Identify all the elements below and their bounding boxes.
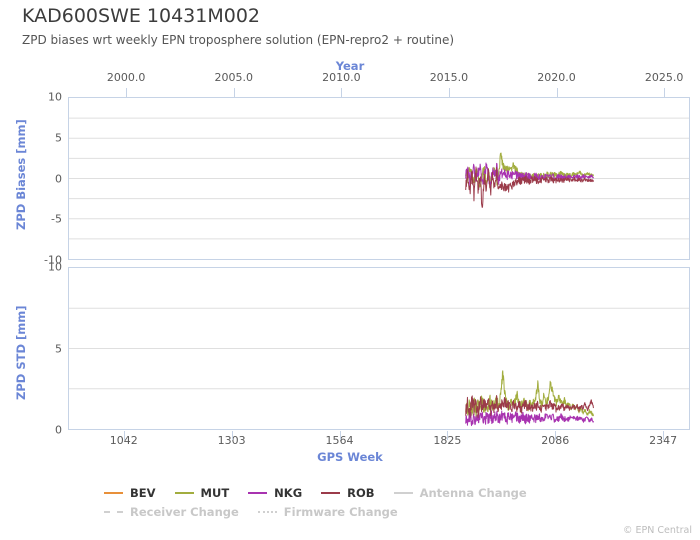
gridlines — [69, 307, 689, 390]
zpd-std-svg — [69, 307, 689, 427]
legend-item-nkg[interactable]: NKG — [248, 486, 302, 500]
legend-item-bev[interactable]: BEV — [104, 486, 156, 500]
top-x-tick-label: 2000.0 — [106, 71, 146, 84]
top-x-tick-mark — [341, 88, 343, 97]
legend-item-rob[interactable]: ROB — [321, 486, 375, 500]
legend-swatch-icon — [174, 492, 194, 494]
legend-item-receiver-change[interactable]: Receiver Change — [104, 505, 239, 519]
copyright-notice: © EPN Central — [623, 525, 692, 536]
series-line-mut — [465, 370, 594, 418]
chart-legend: BEV MUT NKG ROB Antenna Change Receiver Chang… — [104, 486, 694, 524]
legend-swatch-icon — [248, 492, 268, 494]
zpd-bias-plot-page: KAD600SWE 10431M002 ZPD biases wrt weekl… — [0, 0, 700, 540]
top-x-tick-mark — [664, 88, 666, 97]
bottom-x-tick-mark — [663, 431, 665, 440]
legend-swatch-icon — [104, 511, 123, 513]
legend-label: MUT — [200, 486, 230, 500]
biases-y-tick-label: 10 — [48, 90, 62, 104]
top-x-tick-mark — [126, 88, 128, 97]
top-x-tick-mark — [556, 88, 558, 97]
legend-swatch-icon — [321, 492, 341, 494]
page-subtitle: ZPD biases wrt weekly EPN troposphere so… — [22, 33, 455, 47]
top-x-tick-mark — [233, 88, 235, 97]
std-y-axis-title: ZPD STD [mm] — [14, 305, 28, 400]
biases-y-axis-title: ZPD Biases [mm] — [14, 119, 28, 230]
bottom-x-tick-mark — [123, 431, 125, 440]
top-x-tick-label: 2005.0 — [214, 71, 253, 84]
top-x-tick-label: 2020.0 — [537, 71, 576, 84]
legend-label: Receiver Change — [130, 505, 239, 519]
biases-y-tick-label: -5 — [51, 212, 62, 226]
gridlines — [69, 117, 689, 240]
std-y-tick-label: 5 — [55, 342, 62, 355]
page-title: KAD600SWE 10431M002 — [22, 5, 261, 27]
biases-y-tick-label: 5 — [55, 131, 62, 145]
legend-label: BEV — [130, 486, 156, 500]
legend-swatch-icon — [393, 492, 413, 494]
series-line-rob — [465, 395, 594, 418]
legend-label: ROB — [347, 486, 375, 500]
bottom-x-axis-title: GPS Week — [317, 450, 383, 464]
zpd-biases-plot-area — [68, 97, 690, 260]
bottom-x-tick-mark — [555, 431, 557, 440]
legend-label: NKG — [274, 486, 303, 500]
zpd-biases-svg — [69, 117, 689, 240]
bottom-x-tick-mark — [231, 431, 233, 440]
legend-item-mut[interactable]: MUT — [174, 486, 230, 500]
legend-items: BEV MUT NKG ROB Antenna Change Receiver Chang… — [104, 486, 694, 524]
std-y-tick-label: 0 — [55, 423, 62, 437]
legend-item-firmware-change[interactable]: Firmware Change — [257, 505, 398, 519]
biases-y-tick-label: 0 — [55, 172, 62, 185]
std-y-tick-label: 10 — [48, 260, 62, 274]
legend-item-antenna-change[interactable]: Antenna Change — [393, 486, 527, 500]
series-line-nkg — [465, 410, 594, 427]
top-x-tick-label: 2015.0 — [429, 71, 469, 84]
top-x-tick-label: 2025.0 — [644, 71, 684, 84]
top-x-tick-label: 2010.0 — [322, 71, 361, 84]
zpd-std-plot-area — [68, 267, 690, 430]
bottom-x-tick-mark — [447, 431, 449, 440]
legend-swatch-icon — [104, 492, 123, 494]
legend-label: Antenna Change — [419, 486, 527, 500]
top-x-tick-mark — [448, 88, 450, 97]
legend-swatch-icon — [257, 511, 277, 513]
legend-label: Firmware Change — [283, 505, 398, 519]
bottom-x-tick-mark — [339, 431, 341, 440]
